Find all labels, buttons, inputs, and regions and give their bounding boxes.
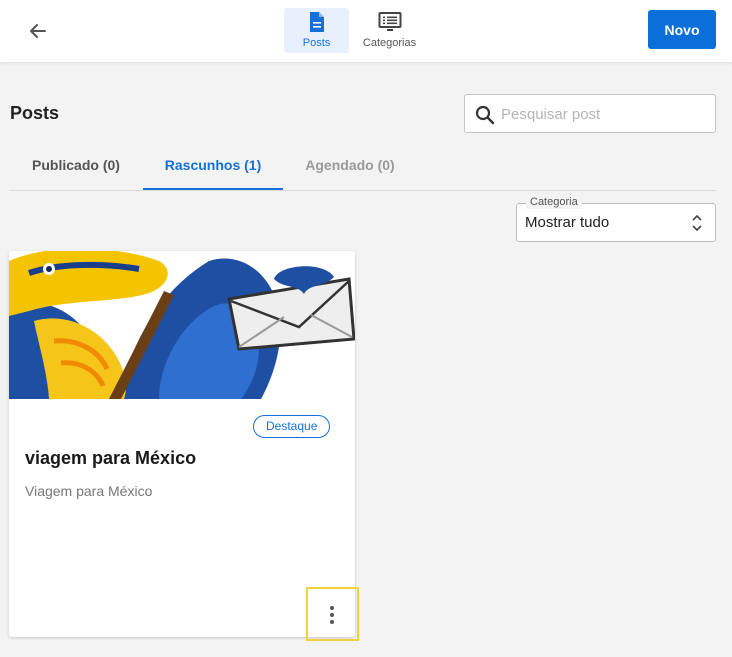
post-excerpt: Viagem para México bbox=[25, 483, 153, 499]
new-post-button[interactable]: Novo bbox=[648, 10, 716, 49]
tab-drafts[interactable]: Rascunhos (1) bbox=[143, 141, 283, 190]
search-box[interactable] bbox=[464, 94, 716, 133]
nav-tab-label: Posts bbox=[302, 37, 331, 49]
nav-tab-posts[interactable]: Posts bbox=[284, 8, 349, 53]
category-select[interactable]: Categoria Mostrar tudo bbox=[516, 195, 716, 242]
document-icon bbox=[309, 12, 324, 32]
chevron-up-down-icon bbox=[692, 214, 702, 232]
post-title[interactable]: viagem para México bbox=[25, 448, 196, 469]
category-legend: Categoria bbox=[526, 195, 582, 209]
tab-scheduled[interactable]: Agendado (0) bbox=[283, 141, 417, 190]
arrow-left-icon bbox=[30, 24, 46, 38]
more-options-button[interactable] bbox=[306, 587, 359, 641]
nav-tab-categories[interactable]: Categorias bbox=[352, 8, 427, 53]
page-title: Posts bbox=[10, 103, 60, 123]
status-badge: Destaque bbox=[253, 415, 331, 438]
vertical-dots-icon bbox=[330, 606, 334, 624]
category-value: Mostrar tudo bbox=[525, 214, 610, 231]
post-featured-image bbox=[9, 251, 355, 399]
search-icon bbox=[475, 105, 495, 125]
status-tabs: Publicado (0) Rascunhos (1) Agendado (0) bbox=[9, 141, 716, 191]
post-card[interactable]: Destaque viagem para México Viagem para … bbox=[9, 251, 355, 637]
monitor-list-icon bbox=[378, 12, 401, 31]
nav-tab-label: Categorias bbox=[362, 37, 417, 49]
back-button[interactable] bbox=[24, 17, 52, 45]
tab-published[interactable]: Publicado (0) bbox=[9, 141, 143, 190]
search-input[interactable] bbox=[501, 103, 706, 125]
top-bar: Posts Categorias Novo bbox=[0, 0, 732, 62]
